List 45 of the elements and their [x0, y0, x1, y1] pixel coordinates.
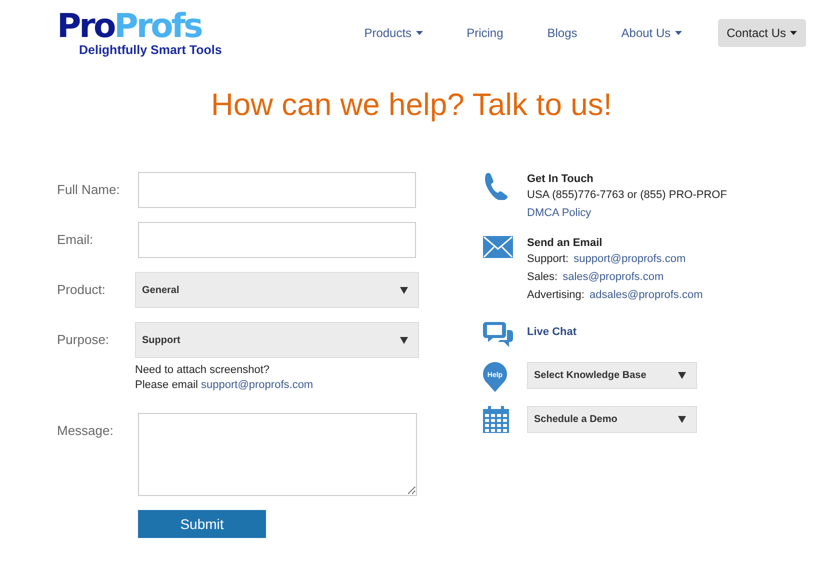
contact-text: Advertising: — [527, 288, 584, 303]
caret-icon — [678, 416, 686, 423]
caret-icon — [678, 372, 686, 379]
logo-tagline: Delightfully Smart Tools — [79, 43, 222, 57]
attach-note: Need to attach screenshot? Please email support@proprofs.com — [135, 363, 314, 393]
dropdown[interactable]: General — [135, 272, 419, 308]
caret-icon — [400, 286, 408, 294]
envelope-icon — [483, 236, 513, 258]
contact-link[interactable]: adsales@proprofs.com — [589, 286, 703, 304]
email-link[interactable]: support@proprofs.com — [201, 379, 314, 391]
page-heading: How can we help? Talk to us! — [210, 87, 613, 123]
nav-link[interactable]: Blogs — [537, 19, 588, 47]
nav-link[interactable]: About Us — [611, 19, 692, 47]
caret-icon — [674, 31, 682, 35]
caret-icon — [790, 31, 797, 35]
contact-heading: Send an Email — [527, 236, 604, 250]
contact-text: USA (855)776-7763 or (855) PRO-PROF — [527, 188, 727, 203]
field-label: Product: — [57, 281, 106, 299]
dropdown[interactable]: Support — [135, 322, 419, 358]
input-field[interactable] — [138, 222, 416, 258]
submit-button[interactable]: Submit — [138, 510, 266, 538]
calendar-icon — [483, 406, 509, 433]
message-field[interactable] — [138, 413, 417, 496]
field-label: Message: — [57, 422, 114, 440]
caret-icon — [416, 31, 423, 35]
nav-link[interactable]: Pricing — [456, 19, 514, 47]
logo-wordmark[interactable]: ProProfs — [57, 10, 222, 42]
contact-link[interactable]: DMCA Policy — [527, 204, 592, 222]
contact-link[interactable]: sales@proprofs.com — [562, 268, 664, 286]
contact-link[interactable]: support@proprofs.com — [574, 250, 686, 268]
field-label: Email: — [57, 231, 94, 249]
chat-icon — [483, 322, 513, 348]
contact-heading: Get In Touch — [527, 172, 594, 186]
dropdown[interactable]: Schedule a Demo — [527, 406, 697, 433]
field-label: Purpose: — [57, 331, 110, 349]
nav-link[interactable]: Products — [354, 19, 433, 47]
input-field[interactable] — [138, 172, 416, 208]
nav-link[interactable]: Contact Us — [718, 19, 806, 47]
contact-text: Support: — [527, 252, 569, 267]
phone-icon — [483, 172, 509, 200]
live-chat-link[interactable]: Live Chat — [527, 326, 577, 338]
dropdown[interactable]: Select Knowledge Base — [527, 362, 697, 389]
contact-text: Sales: — [527, 270, 558, 285]
field-label: Full Name: — [57, 181, 121, 199]
caret-icon — [400, 336, 408, 344]
